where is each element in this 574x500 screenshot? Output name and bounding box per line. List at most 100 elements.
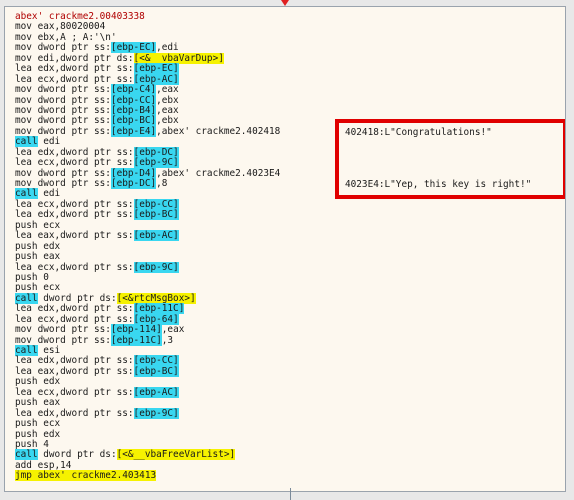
operand-text: esi [37, 345, 61, 356]
operand-text: edx [37, 376, 61, 388]
operand-text: ,abex' crackme2.402418 [156, 125, 281, 137]
instruction-mnemonic: mov [15, 115, 32, 127]
operand-text: ,ebx [156, 115, 179, 127]
operand-text: dword ptr ss: [31, 94, 111, 106]
scroll-separator [290, 488, 291, 500]
instruction-mnemonic: call [15, 188, 38, 200]
operand-reference: [ebp-EC] [133, 63, 179, 75]
operand-text: 0 [37, 271, 49, 283]
operand-reference: [ebp-BC] [133, 209, 179, 221]
operand-reference: [ebp-EC] [110, 42, 157, 54]
operand-reference: [ebp-64] [133, 313, 179, 325]
instruction-mnemonic: push [15, 397, 38, 409]
instruction-mnemonic: push [15, 240, 38, 252]
operand-text: dword ptr ss: [31, 42, 111, 54]
instruction-mnemonic: lea [15, 230, 32, 242]
instruction-mnemonic: call [15, 345, 38, 356]
operand-text: dword ptr ss: [31, 125, 111, 137]
instruction-mnemonic: lea [15, 261, 32, 273]
operand-text: ecx [37, 418, 61, 430]
instruction-line[interactable]: lea ecx,dword ptr ss:[ebp-9C] [15, 261, 280, 273]
operand-text: 4 [37, 438, 49, 450]
operand-reference: [ebp-E4] [110, 125, 157, 137]
operand-text: eax,dword ptr ss: [31, 230, 134, 242]
operand-reference: [ebp-BC] [133, 365, 179, 377]
operand-text: dword ptr ss: [31, 334, 111, 346]
operand-text: ecx,dword ptr ss: [31, 198, 134, 210]
operand-text: edx [37, 428, 61, 440]
operand-text: edx,dword ptr ss: [31, 146, 134, 158]
operand-text: ,ebx [156, 94, 179, 106]
operand-reference: [ebp-AC] [133, 230, 179, 242]
operand-text: edi [37, 188, 61, 200]
operand-text: dword ptr ds: [37, 292, 117, 304]
operand-reference: [ebp-9C] [133, 407, 179, 419]
operand-text: ,eax [161, 324, 185, 336]
operand-reference: [ebp-11C] [133, 303, 185, 315]
operand-text: ,abex' crackme2.4023E4 [156, 167, 281, 179]
operand-text: edx,dword ptr ss: [31, 303, 134, 315]
operand-text: dword ptr ss: [31, 104, 111, 116]
instruction-mnemonic: push [15, 418, 38, 430]
operand-text: dword ptr ds: [37, 449, 117, 461]
instruction-mnemonic: lea [15, 386, 32, 398]
instruction-mnemonic: lea [15, 63, 32, 75]
instruction-mnemonic: lea [15, 365, 32, 377]
instruction-mnemonic: mov [15, 334, 32, 346]
operand-text: eax,dword ptr ss: [31, 365, 134, 377]
operand-text: edi [37, 136, 61, 148]
instruction-mnemonic: lea [15, 209, 32, 221]
instruction-mnemonic: mov [15, 104, 32, 116]
instruction-mnemonic: mov [15, 125, 32, 137]
operand-text: edx,dword ptr ss: [31, 355, 134, 367]
instruction-mnemonic: push [15, 438, 38, 450]
operand-text: edx,dword ptr ss: [31, 209, 134, 221]
disassembly-panel[interactable]: abex' crackme2.00403338 mov eax,80020004… [4, 6, 566, 492]
instruction-mnemonic: push [15, 251, 38, 263]
operand-text: eax [37, 251, 61, 263]
operand-text: esp,14 [31, 459, 72, 471]
instruction-line[interactable]: jmp abex' crackme2.403413 [15, 470, 280, 482]
instruction-mnemonic: push [15, 428, 38, 440]
instruction-mnemonic: call [15, 449, 38, 461]
instruction-mnemonic: push [15, 219, 38, 231]
instruction-mnemonic: lea [15, 313, 32, 325]
string-highlight-box [335, 119, 565, 199]
instruction-mnemonic: mov [15, 21, 32, 33]
operand-text: ebx,A ; A:'\n' [31, 31, 117, 43]
instruction-mnemonic: lea [15, 73, 32, 85]
instruction-mnemonic: call [15, 292, 38, 304]
operand-reference: [<&__vbaFreeVarList>] [116, 449, 236, 461]
instruction-mnemonic: push [15, 376, 38, 388]
operand-text: dword ptr ss: [31, 115, 111, 127]
instruction-mnemonic: mov [15, 31, 32, 43]
instruction-mnemonic: mov [15, 178, 32, 189]
operand-reference: [ebp-11C] [110, 334, 162, 346]
instruction-mnemonic: lea [15, 355, 32, 367]
operand-text: dword ptr ss: [31, 84, 111, 96]
instruction-mnemonic: jmp [15, 470, 32, 482]
operand-text: ecx,dword ptr ss: [31, 313, 134, 325]
operand-text: ,eax [156, 104, 179, 116]
instruction-mnemonic: mov [15, 42, 32, 54]
operand-text: ecx [37, 219, 61, 231]
operand-reference: [<&rtcMsgBox>] [116, 292, 196, 304]
operand-text: edx,dword ptr ss: [31, 63, 134, 75]
operand-text: ecx [37, 282, 61, 294]
instruction-mnemonic: mov [15, 52, 32, 64]
operand-reference: [ebp-CC] [133, 355, 179, 367]
operand-reference: [ebp-AC] [133, 386, 179, 398]
operand-reference: [ebp-DC] [133, 146, 179, 158]
instruction-line[interactable]: push edx [15, 428, 280, 440]
operand-reference: [ebp-D4] [110, 167, 157, 179]
operand-text: ,eax [156, 84, 179, 96]
operand-reference: [ebp-CC] [133, 198, 179, 210]
operand-text: eax [37, 397, 61, 409]
operand-text: ecx,dword ptr ss: [31, 386, 134, 398]
operand-text: ,3 [161, 334, 174, 346]
instruction-mnemonic: lea [15, 407, 32, 419]
operand-text: edx [37, 240, 61, 252]
operand-reference: [ebp-9C] [133, 261, 179, 273]
operand-text: ecx,dword ptr ss: [31, 73, 134, 85]
operand-reference: [ebp-AC] [133, 73, 179, 85]
